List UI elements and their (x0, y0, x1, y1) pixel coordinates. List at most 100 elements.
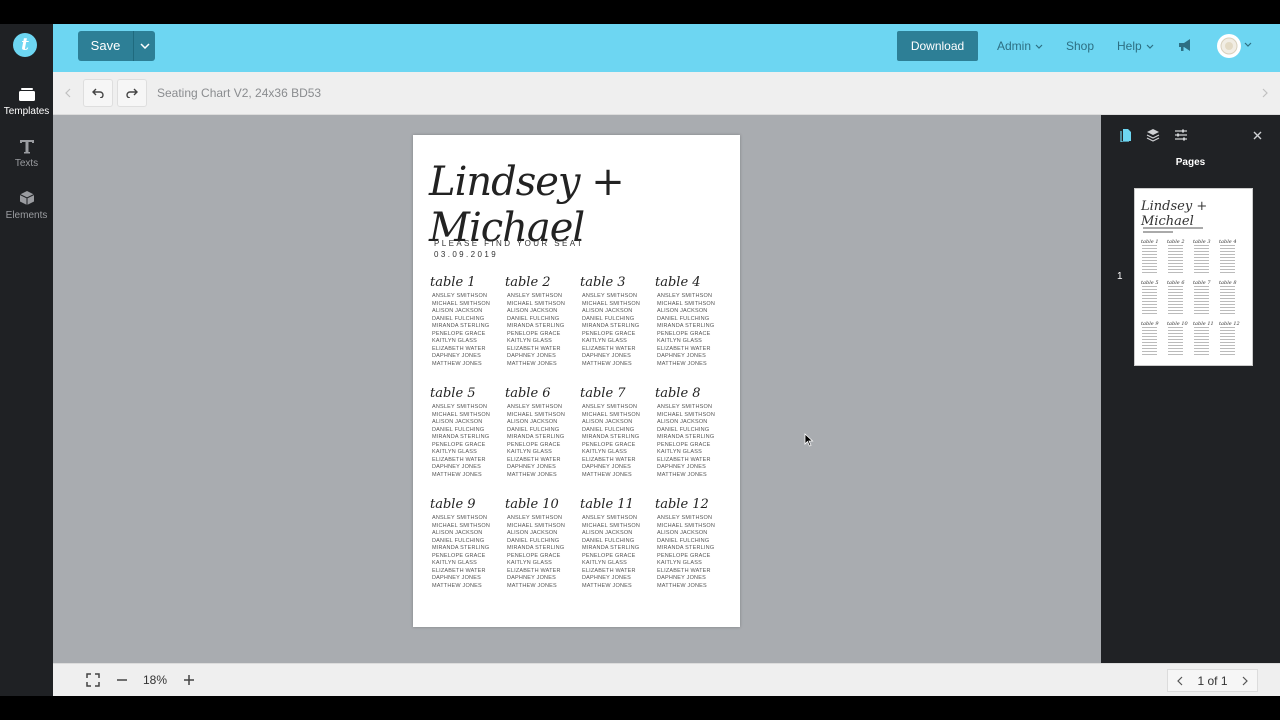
table-block[interactable]: table 5 ANSLEY SMITHSON MICHAEL SMITHSON AL… (430, 386, 505, 497)
table-block[interactable]: table 11 ANSLEY SMITHSON MICHAEL SMITHSON A… (580, 497, 655, 608)
thumbnail-guest-line (1142, 354, 1157, 355)
app-logo[interactable]: t (13, 33, 37, 57)
sidebar-item-texts[interactable]: Texts (0, 138, 53, 169)
megaphone-icon[interactable] (1177, 37, 1193, 53)
collapse-right-button[interactable] (1250, 79, 1280, 107)
save-button-group: Save (78, 31, 155, 61)
thumbnail-guest-line (1194, 295, 1209, 296)
guest-name: ALISON JACKSON (657, 530, 708, 536)
table-block[interactable]: table 9 ANSLEY SMITHSON MICHAEL SMITHSON AL… (430, 497, 505, 608)
table-block[interactable]: table 7 ANSLEY SMITHSON MICHAEL SMITHSON AL… (580, 386, 655, 497)
design-page[interactable]: Lindsey + Michael PLEASE FIND YOUR SEAT … (413, 135, 740, 627)
next-page-button[interactable] (1233, 670, 1257, 691)
thumbnail-guest-line (1194, 310, 1209, 311)
sidebar-item-templates[interactable]: Templates (0, 86, 53, 117)
previous-page-button[interactable] (1168, 670, 1192, 691)
download-button[interactable]: Download (897, 31, 978, 61)
guest-name: DAPHNEY JONES (507, 353, 556, 359)
thumbnail-guest-line (1194, 301, 1209, 302)
nav-shop[interactable]: Shop (1066, 39, 1094, 53)
guest-name: MATTHEW JONES (582, 582, 632, 589)
guest-name: DAPHNEY JONES (657, 464, 706, 470)
table-block[interactable]: table 2 ANSLEY SMITHSON MICHAEL SMITHSON AL… (505, 275, 580, 386)
thumbnail-guest-line (1220, 313, 1235, 314)
table-block[interactable]: table 6 ANSLEY SMITHSON MICHAEL SMITHSON AL… (505, 386, 580, 497)
zoom-out-icon[interactable] (116, 673, 128, 687)
thumbnail-guest-line (1220, 269, 1235, 270)
tab-layers[interactable] (1144, 126, 1162, 144)
save-button[interactable]: Save (78, 31, 133, 61)
guest-name: DAPHNEY JONES (657, 575, 706, 581)
table-name: table 6 (505, 386, 551, 401)
tab-pages[interactable] (1117, 126, 1135, 144)
thumbnail-table-name: table 8 (1219, 280, 1237, 286)
couple-names[interactable]: Lindsey + Michael (429, 159, 740, 251)
save-options-button[interactable] (133, 31, 155, 61)
nav-admin-label: Admin (997, 39, 1032, 53)
guest-name: PENELOPE GRACE (507, 330, 561, 337)
design-canvas[interactable]: Lindsey + Michael PLEASE FIND YOUR SEAT … (53, 115, 1100, 663)
guest-name: ANSLEY SMITHSON (507, 293, 563, 299)
page-thumbnail[interactable]: Lindsey + Michael table 1 table 2 table 3t… (1134, 188, 1253, 366)
thumbnail-guest-line (1194, 333, 1209, 334)
guest-name: KAITLYN GLASS (507, 338, 552, 344)
guest-name: ELIZABETH WATER (507, 345, 561, 352)
thumbnail-table-name: table 10 (1167, 321, 1188, 327)
date-text[interactable]: 03.09.2019 (434, 250, 498, 259)
thumbnail-guest-line (1220, 330, 1235, 331)
thumbnail-guest-line (1142, 330, 1157, 331)
thumbnail-guest-line (1220, 266, 1235, 267)
thumbnail-table: table 2 (1167, 239, 1193, 280)
thumbnail-guest-line (1220, 354, 1235, 355)
thumbnail-guest-line (1168, 251, 1183, 252)
guest-name: MATTHEW JONES (432, 360, 482, 367)
guest-name: MIRANDA STERLING (582, 434, 640, 440)
thumbnail-table: table 7 (1193, 280, 1219, 321)
table-block[interactable]: table 3 ANSLEY SMITHSON MICHAEL SMITHSON AL… (580, 275, 655, 386)
elements-icon (19, 191, 34, 205)
guest-name: ALISON JACKSON (657, 419, 708, 425)
sidebar-item-elements[interactable]: Elements (0, 190, 53, 221)
thumbnail-guest-line (1194, 289, 1209, 290)
close-panel-button[interactable] (1248, 126, 1266, 144)
table-name: table 3 (580, 275, 626, 290)
guest-name: ALISON JACKSON (432, 419, 483, 425)
guest-name: MATTHEW JONES (507, 471, 557, 478)
table-block[interactable]: table 1 ANSLEY SMITHSON MICHAEL SMITHSON AL… (430, 275, 505, 386)
guest-name: MIRANDA STERLING (432, 434, 490, 440)
guest-name: MATTHEW JONES (432, 582, 482, 589)
undo-button[interactable] (83, 79, 113, 107)
thumbnail-guest-line (1142, 298, 1157, 299)
thumbnail-guest-line (1142, 301, 1157, 302)
thumbnail-guest-line (1220, 348, 1235, 349)
table-block[interactable]: table 10 ANSLEY SMITHSON MICHAEL SMITHSON A… (505, 497, 580, 608)
table-block[interactable]: table 12 ANSLEY SMITHSON MICHAEL SMITHSON A… (655, 497, 730, 608)
subtitle-text[interactable]: PLEASE FIND YOUR SEAT (434, 239, 584, 248)
guest-name: KAITLYN GLASS (657, 338, 702, 344)
zoom-in-icon[interactable] (183, 673, 195, 687)
thumbnail-table-name: table 9 (1141, 321, 1159, 327)
guest-name: ELIZABETH WATER (507, 567, 561, 574)
panel-title: Pages (1175, 157, 1206, 168)
guest-name: ELIZABETH WATER (582, 567, 636, 574)
user-avatar[interactable] (1217, 34, 1241, 58)
fullscreen-icon[interactable] (86, 673, 100, 687)
table-block[interactable]: table 8 ANSLEY SMITHSON MICHAEL SMITHSON AL… (655, 386, 730, 497)
guest-name: ANSLEY SMITHSON (507, 404, 563, 410)
tab-adjustments[interactable] (1172, 126, 1190, 144)
guest-name: DAPHNEY JONES (657, 353, 706, 359)
nav-admin[interactable]: Admin (997, 39, 1043, 53)
document-title[interactable]: Seating Chart V2, 24x36 BD53 (157, 86, 321, 100)
nav-help-label: Help (1117, 39, 1142, 53)
collapse-left-button[interactable] (53, 79, 83, 107)
thumbnail-guest-line (1220, 310, 1235, 311)
app-frame: t Save Download Admin Shop Help Template… (0, 24, 1280, 696)
chevron-down-icon[interactable] (1244, 42, 1252, 47)
table-block[interactable]: table 4 ANSLEY SMITHSON MICHAEL SMITHSON AL… (655, 275, 730, 386)
guest-name: MICHAEL SMITHSON (582, 300, 641, 307)
nav-help[interactable]: Help (1117, 39, 1154, 53)
guest-name: ANSLEY SMITHSON (432, 515, 488, 521)
guest-name: KAITLYN GLASS (432, 338, 477, 344)
thumbnail-table-name: table 1 (1141, 239, 1159, 245)
redo-button[interactable] (117, 79, 147, 107)
